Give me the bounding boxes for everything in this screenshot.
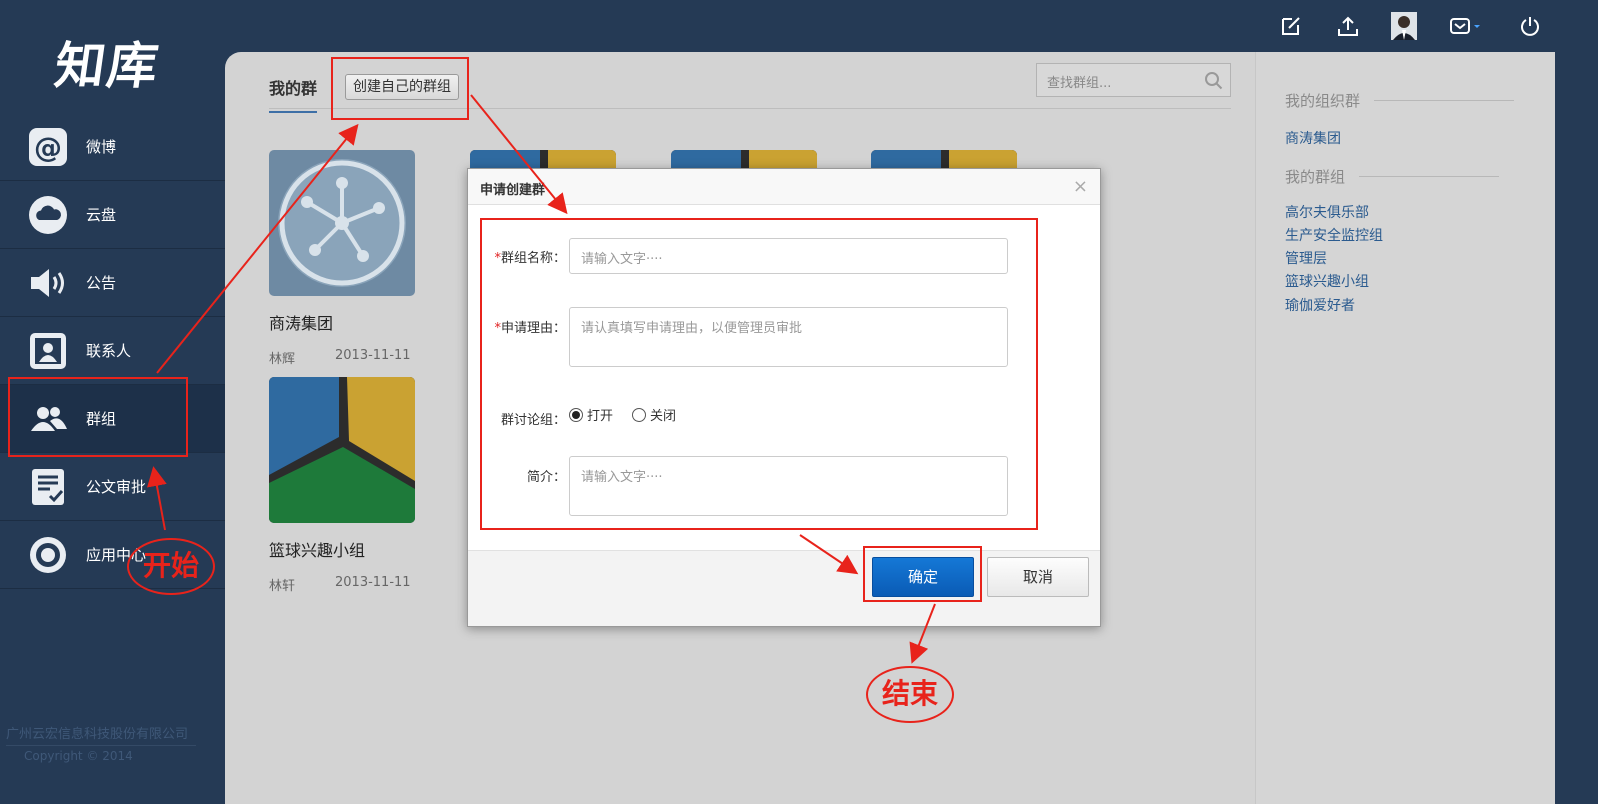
sidebar-item-approval[interactable]: 公文审批: [0, 453, 225, 521]
org-groups-heading: 我的组织群: [1285, 90, 1515, 111]
group-card[interactable]: 商涛集团 林辉 2013-11-11: [269, 150, 415, 367]
annotation-start: 开始: [127, 538, 215, 595]
user-avatar[interactable]: [1391, 12, 1417, 40]
annotation-box-confirm: [863, 546, 982, 602]
sidebar-nav: @ 微博 云盘 公告 联系人 群组 公文审批 应用中心: [0, 113, 225, 589]
speaker-icon: [28, 263, 68, 303]
sidebar-item-weibo[interactable]: @ 微博: [0, 113, 225, 181]
footer-divider: [6, 745, 196, 746]
inbox-icon[interactable]: [1449, 14, 1485, 38]
group-owner: 林辉: [269, 352, 296, 367]
dialog-footer: 确定 取消: [468, 550, 1100, 626]
org-group-link[interactable]: 商涛集团: [1285, 128, 1341, 148]
sidebar-item-label: 公告: [86, 274, 117, 292]
at-icon: @: [28, 127, 68, 167]
my-group-link[interactable]: 瑜伽爱好者: [1285, 295, 1355, 315]
sidebar-item-contacts[interactable]: 联系人: [0, 317, 225, 385]
search-input[interactable]: 查找群组...: [1036, 63, 1231, 97]
dialog-title: 申请创建群: [468, 169, 1100, 205]
right-edge: [1555, 52, 1598, 804]
group-name[interactable]: 商涛集团: [269, 310, 415, 334]
sidebar-item-notice[interactable]: 公告: [0, 249, 225, 317]
group-thumbnail-tiles: [269, 377, 415, 523]
upload-icon[interactable]: [1336, 14, 1360, 38]
annotation-box-create: [331, 57, 469, 120]
search-icon[interactable]: [1204, 71, 1224, 95]
group-thumbnail-partial: [470, 150, 616, 170]
group-thumbnail-partial: [671, 150, 817, 170]
group-date: 2013-11-11: [335, 575, 411, 590]
search-placeholder: 查找群组...: [1047, 76, 1112, 91]
sidebar-item-cloud[interactable]: 云盘: [0, 181, 225, 249]
edit-icon[interactable]: [1279, 14, 1303, 38]
power-icon[interactable]: [1518, 14, 1542, 38]
app-center-icon: [28, 535, 68, 575]
annotation-box-form: [480, 218, 1038, 530]
svg-text:@: @: [34, 131, 62, 164]
contact-card-icon: [28, 331, 68, 371]
my-group-link[interactable]: 高尔夫俱乐部: [1285, 202, 1369, 222]
footer-company: 广州云宏信息科技股份有限公司: [6, 727, 189, 742]
sidebar-item-label: 微博: [86, 138, 117, 156]
my-groups-heading: 我的群组: [1285, 166, 1500, 187]
my-group-link[interactable]: 生产安全监控组: [1285, 225, 1383, 245]
close-icon[interactable]: ×: [1073, 176, 1088, 197]
group-owner: 林轩: [269, 579, 296, 594]
document-check-icon: [28, 467, 68, 507]
my-group-link[interactable]: 篮球兴趣小组: [1285, 271, 1369, 291]
sidebar-item-label: 公文审批: [86, 478, 147, 496]
group-date: 2013-11-11: [335, 348, 411, 363]
annotation-end: 结束: [866, 666, 954, 723]
footer-copyright: Copyright © 2014: [24, 749, 133, 763]
my-group-link[interactable]: 管理层: [1285, 248, 1327, 268]
sidebar-item-label: 云盘: [86, 206, 117, 224]
cloud-icon: [28, 195, 68, 235]
group-card[interactable]: 篮球兴趣小组 林轩 2013-11-11: [269, 377, 415, 594]
app-logo: 知库: [51, 37, 164, 95]
sidebar-item-label: 联系人: [86, 342, 132, 360]
annotation-box-groups: [8, 377, 188, 457]
right-panel: 我的组织群 商涛集团 我的群组 高尔夫俱乐部 生产安全监控组 管理层 篮球兴趣小…: [1255, 52, 1555, 804]
cancel-button[interactable]: 取消: [987, 557, 1089, 597]
group-thumbnail-partial: [871, 150, 1017, 170]
group-name[interactable]: 篮球兴趣小组: [269, 537, 415, 561]
group-thumbnail-network: [269, 150, 415, 296]
